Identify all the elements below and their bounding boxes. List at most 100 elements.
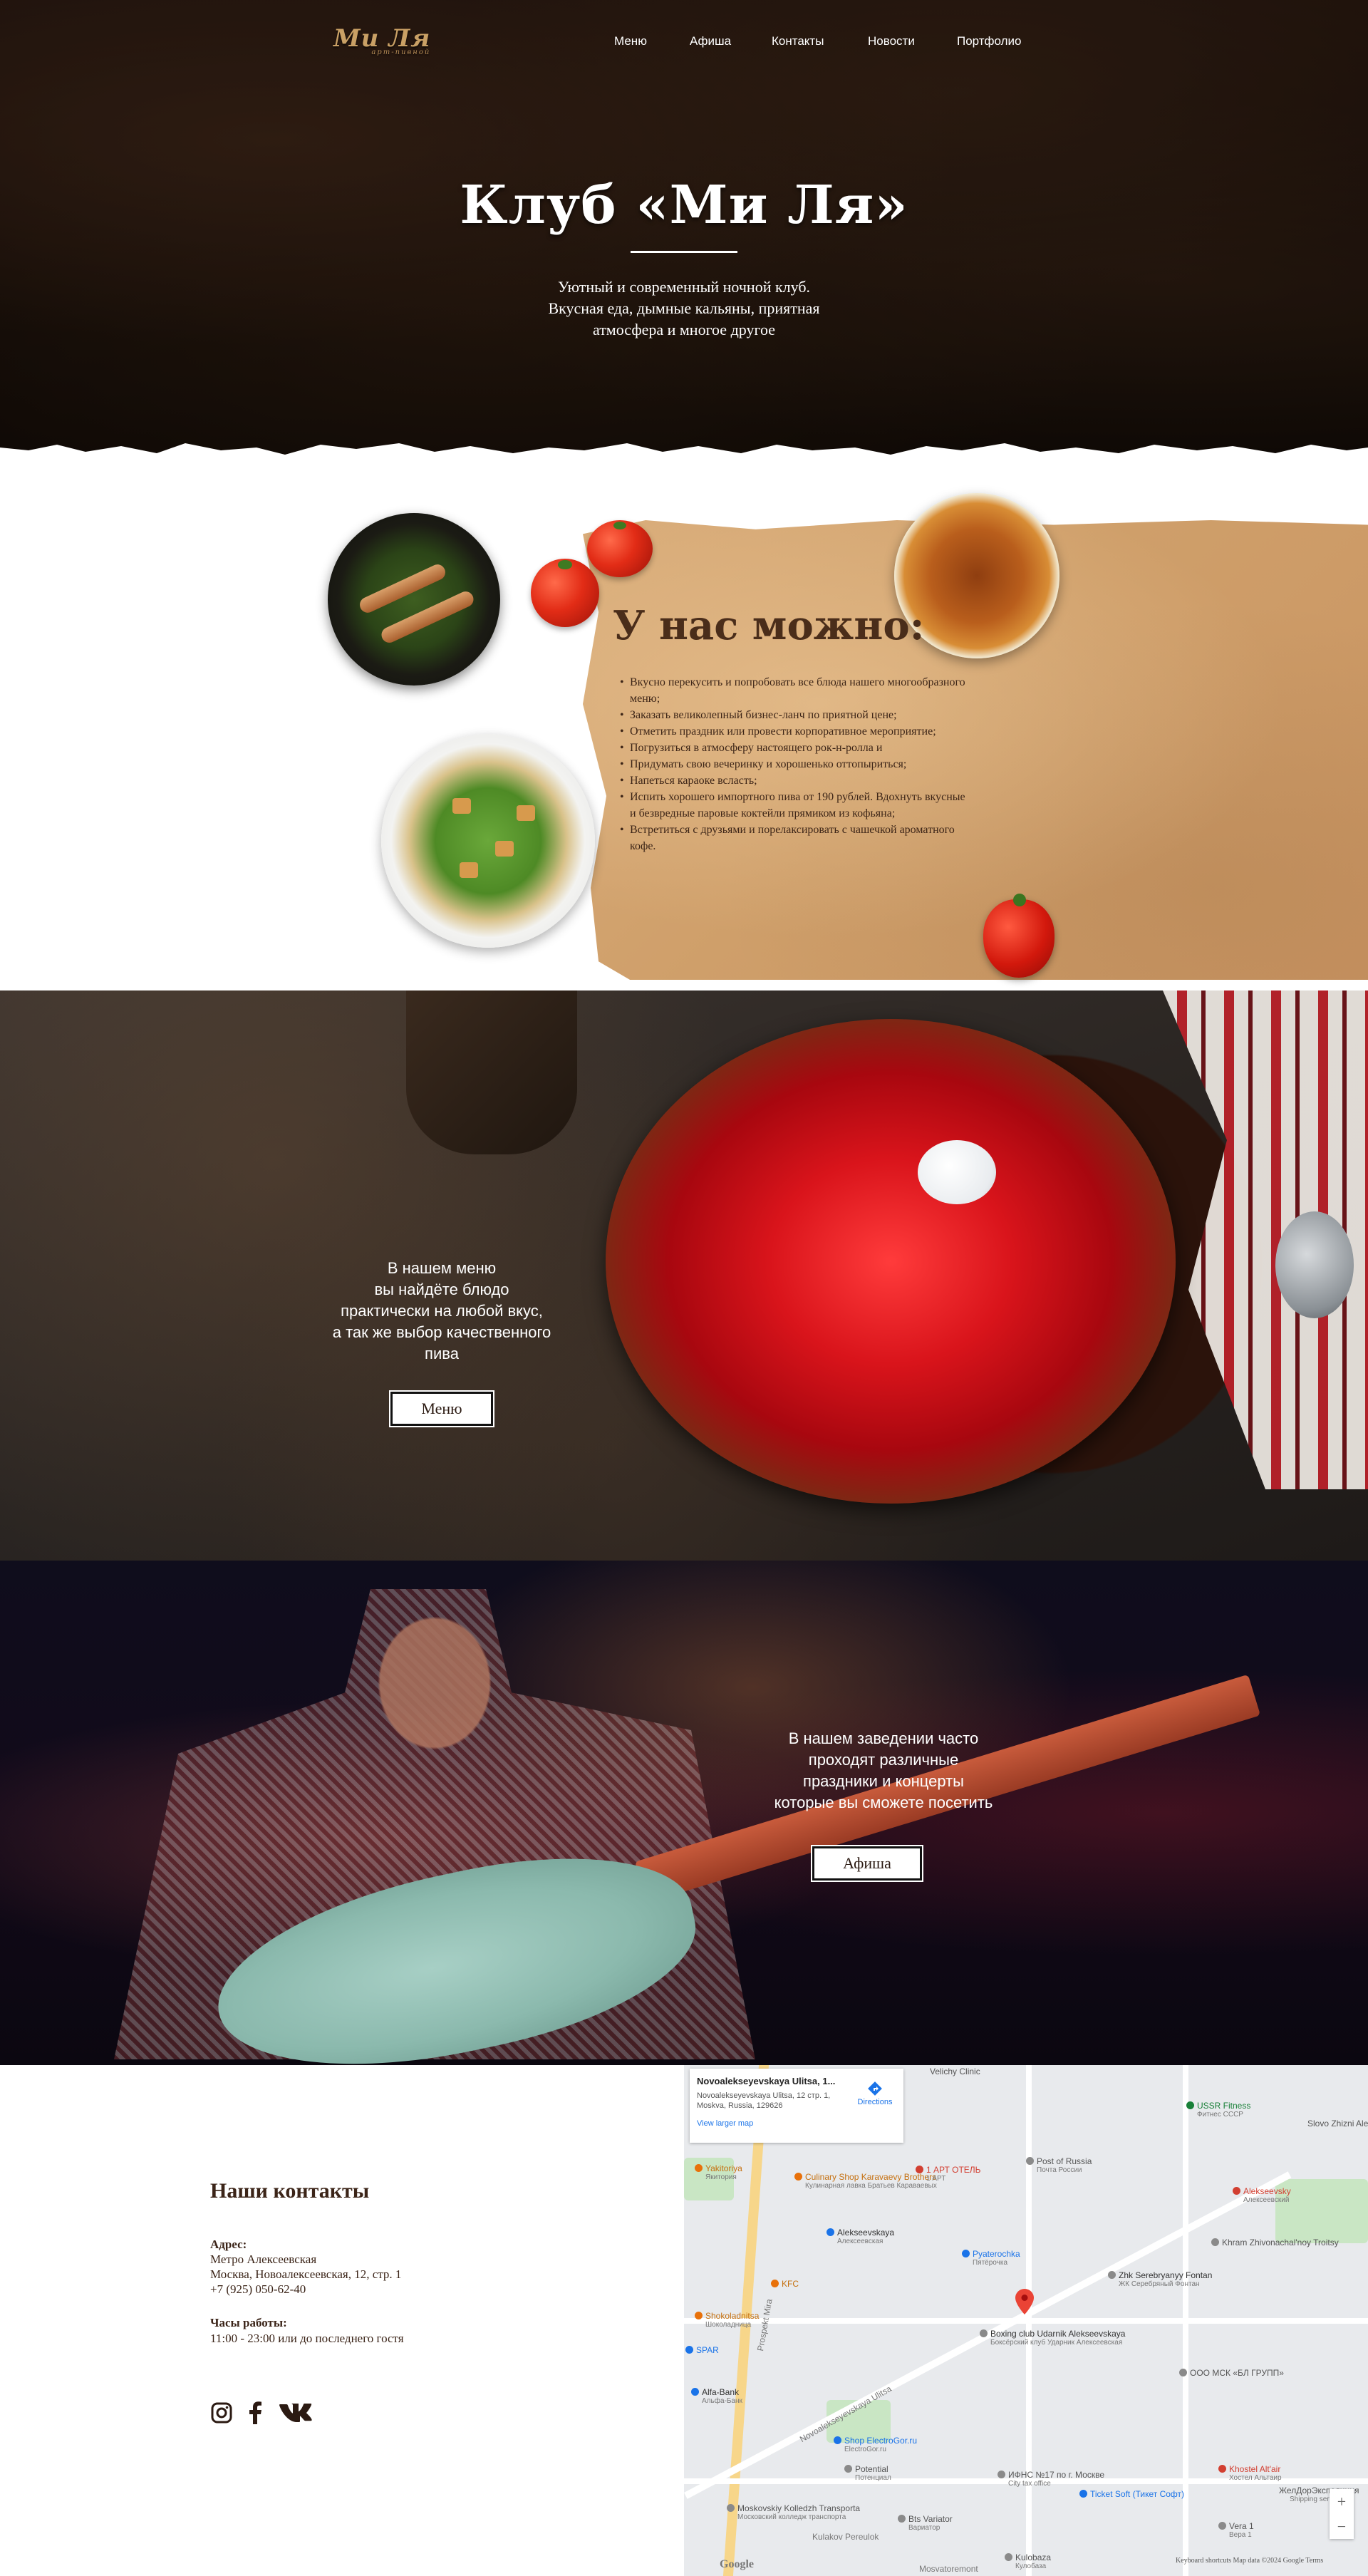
map-poi[interactable]: Bts Variator Вариатор (898, 2514, 953, 2532)
menu-promo-line: а так же выбор качественного (332, 1323, 551, 1341)
street-label: Kulakov Pereulok (812, 2532, 879, 2542)
street-label: Mosvatoremont (919, 2564, 978, 2574)
directions-icon (868, 2081, 882, 2096)
map-poi[interactable]: Vera 1 Вера 1 (1218, 2521, 1254, 2539)
tomato-image (587, 520, 653, 577)
pepper-image (983, 894, 1054, 978)
map-poi[interactable]: Shokoladnitsa Шоколадница (695, 2311, 759, 2329)
map-poi[interactable]: Alfa-Bank Альфа-Банк (691, 2387, 742, 2405)
map-poi[interactable]: Khram Zhivonachal'noy Troitsy (1211, 2238, 1339, 2247)
map-poi[interactable]: USSR Fitness Фитнес СССР (1186, 2101, 1250, 2119)
directions-label: Directions (857, 2098, 893, 2106)
nav-afisha[interactable]: Афиша (690, 34, 731, 48)
menu-button[interactable]: Меню (389, 1390, 494, 1427)
hero-title: Клуб «Ми Ля» (460, 175, 908, 236)
address-label: Адрес: (210, 2238, 247, 2251)
hours-label: Часы работы: (210, 2316, 287, 2329)
events-promo-text: В нашем заведении часто проходят различн… (741, 1728, 1026, 1814)
menu-promo-text: В нашем меню вы найдёте блюдо практическ… (314, 1258, 570, 1365)
address-line: Москва, Новоалексеевская, 12, стр. 1 (210, 2267, 402, 2281)
map-poi[interactable]: Slovo Zhizni Alekseevsky (1307, 2119, 1368, 2128)
events-promo-line: проходят различные (808, 1751, 959, 1769)
hero-section: Ми Ля арт-пивной Меню Афиша Контакты Нов… (0, 0, 1368, 463)
road (1026, 2065, 1032, 2576)
borscht-bowl-image (606, 1019, 1176, 1504)
map-poi[interactable]: Potential Потенциал (844, 2464, 891, 2482)
hero-subtitle-line: Уютный и современный ночной клуб. (557, 278, 811, 296)
hero-subtitle-line: Вкусная еда, дымные кальяны, приятная (548, 299, 820, 317)
map-poi[interactable]: Kulobaza Кулобаза (1005, 2552, 1051, 2570)
events-promo-line: праздники и концерты (803, 1772, 964, 1790)
menu-promo-line: практически на любой вкус, (341, 1302, 543, 1320)
nav-menu[interactable]: Меню (614, 34, 647, 48)
map-poi[interactable]: Yakitoriya Якитория (695, 2163, 742, 2181)
contacts-title: Наши контакты (210, 2179, 370, 2203)
zoom-in-button[interactable]: + (1330, 2489, 1354, 2514)
phone-number[interactable]: +7 (925) 050-62-40 (210, 2282, 306, 2297)
list-item: Встретиться с друзьями и порелаксировать… (620, 822, 969, 854)
map-place-address: Novoalekseyevskaya Ulitsa, 12 стр. 1, Mo… (697, 2091, 831, 2110)
map-poi[interactable]: Alekseevsky Алексеевский (1233, 2186, 1291, 2204)
grilled-sausages-plate (328, 513, 500, 686)
map-poi[interactable]: Velichy Clinic (930, 2067, 980, 2076)
nav-contacts[interactable]: Контакты (772, 34, 824, 48)
map-poi[interactable]: SPAR (685, 2345, 719, 2355)
hero-subtitle-line: атмосфера и многое другое (593, 321, 775, 338)
map-footer: Keyboard shortcuts Map data ©2024 Google… (1176, 2557, 1324, 2565)
map-poi[interactable]: KFC (771, 2279, 799, 2289)
hero-divider (631, 251, 737, 253)
features-section: У нас можно: Вкусно перекусить и попробо… (0, 463, 1368, 990)
map-poi[interactable]: 1 АРТ ОТЕЛЬ 1 АРТ (916, 2165, 981, 2183)
list-item: Испить хорошего импортного пива от 190 р… (620, 789, 969, 822)
map-zoom-controls: + − (1330, 2489, 1354, 2539)
features-title: У нас можно: (613, 602, 925, 649)
google-logo: Google (720, 2558, 754, 2570)
events-promo-line: которые вы сможете посетить (774, 1794, 993, 1811)
map-poi[interactable]: Zhk Serebryanyy Fontan ЖК Серебряный Фонт… (1108, 2270, 1212, 2288)
map-poi[interactable]: Moskovskiy Kolledzh Transporta Московский… (727, 2503, 860, 2521)
directions-button[interactable]: Directions (852, 2081, 898, 2106)
list-item: Погрузиться в атмосферу настоящего рок-н… (620, 740, 969, 756)
main-nav: Меню Афиша Контакты Новости Портфолио (0, 34, 1368, 51)
map-poi[interactable]: Shop ElectroGor.ru ElectroGor.ru (834, 2436, 917, 2453)
crouton (495, 841, 514, 857)
contacts-section (0, 2065, 684, 2576)
hero-subtitle: Уютный и современный ночной клуб. Вкусна… (470, 276, 898, 341)
list-item: Заказать великолепный бизнес-ланч по при… (620, 707, 969, 723)
list-item: Придумать свою вечеринку и хорошенько от… (620, 756, 969, 772)
events-promo-line: В нашем заведении часто (788, 1729, 979, 1747)
view-larger-map-link[interactable]: View larger map (697, 2119, 896, 2128)
nav-portfolio[interactable]: Портфолио (957, 34, 1021, 48)
afisha-button[interactable]: Афиша (811, 1845, 923, 1882)
vk-icon[interactable] (278, 2400, 321, 2426)
menu-promo-line: вы найдёте блюдо (374, 1281, 509, 1298)
crouton (452, 798, 471, 814)
tomato-image (531, 559, 599, 627)
map-poi[interactable]: ООО МСК «БЛ ГРУПП» (1179, 2368, 1284, 2378)
map-poi[interactable]: Alekseevskaya Алексеевская (826, 2228, 894, 2245)
map-poi[interactable]: Pyaterochka Пятёрочка (962, 2249, 1020, 2267)
road (1183, 2065, 1188, 2576)
zoom-out-button[interactable]: − (1330, 2514, 1354, 2539)
map-poi[interactable]: Khostel Alt'air Хостел Альтаир (1218, 2464, 1282, 2482)
torn-paper-edge (0, 443, 1368, 463)
map-poi[interactable]: Ticket Soft (Тикет Софт) (1079, 2489, 1184, 2499)
spoon-image (1275, 1211, 1354, 1318)
crouton (460, 862, 478, 878)
list-item: Вкусно перекусить и попробовать все блюд… (620, 674, 969, 707)
map-poi[interactable]: ИФНС №17 по г. Москве City tax office (998, 2470, 1104, 2488)
salad-plate (381, 734, 595, 948)
map-pin-icon[interactable] (1015, 2289, 1034, 2314)
nav-news[interactable]: Новости (868, 34, 915, 48)
instagram-icon[interactable] (209, 2400, 234, 2426)
map-poi[interactable]: Boxing club Udarnik Alekseevskaya Боксёрс… (980, 2329, 1125, 2347)
facebook-icon[interactable] (247, 2400, 264, 2426)
list-item: Напеться караоке всласть; (620, 772, 969, 789)
map-poi[interactable]: Post of Russia Почта России (1026, 2156, 1092, 2174)
list-item: Отметить праздник или провести корпорати… (620, 723, 969, 740)
hours-value: 11:00 - 23:00 или до последнего гостя (210, 2332, 404, 2345)
address-line: Метро Алексеевская (210, 2252, 317, 2266)
sour-cream-image (918, 1140, 996, 1204)
cutting-board-image (406, 990, 577, 1154)
menu-promo-line: В нашем меню (387, 1259, 497, 1277)
